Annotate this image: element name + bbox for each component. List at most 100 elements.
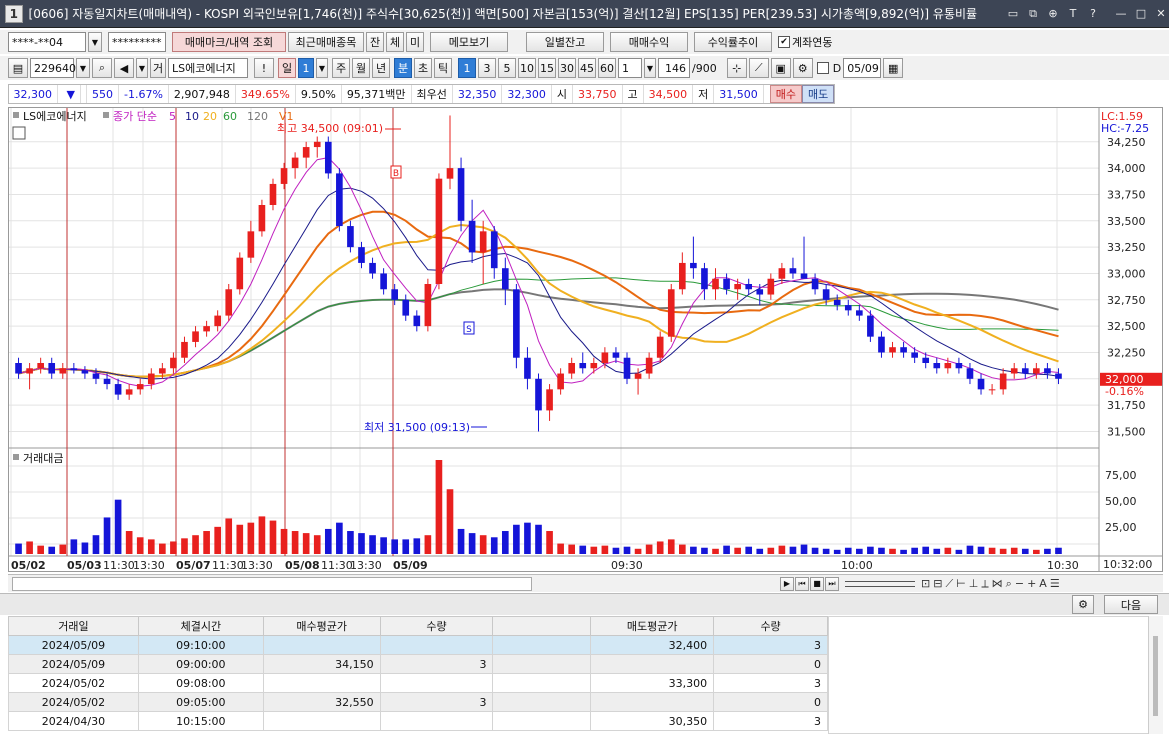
date-field[interactable]: 05/09 <box>843 58 882 78</box>
scroll-first-icon[interactable]: ⏮ <box>795 576 809 591</box>
interval-dropdown-icon[interactable]: ▼ <box>644 58 656 78</box>
chart-scrollbar[interactable] <box>12 576 532 591</box>
candle-body <box>225 289 233 316</box>
search-icon[interactable]: ⌕ <box>92 58 112 78</box>
text-icon[interactable]: T <box>1065 6 1081 22</box>
volume-bar <box>933 548 941 554</box>
code-search-icon[interactable]: ▤ <box>8 58 28 78</box>
table-toolbar: ⚙ 다음 <box>0 593 1169 615</box>
interval-45-button[interactable]: 45 <box>578 58 596 78</box>
password-field[interactable]: ********* <box>108 32 166 52</box>
sell-button[interactable]: 매도 <box>802 85 835 103</box>
account-link-checkbox[interactable]: ✔ 계좌연동 <box>778 34 832 50</box>
text-tool-icon[interactable]: A <box>1039 577 1047 591</box>
zoom-out-icon[interactable]: − <box>1015 577 1024 591</box>
candle-body <box>867 315 874 337</box>
table-row[interactable]: 2024/05/02 09:05:00 32,550 3 0 <box>8 692 828 712</box>
candle-body <box>667 289 675 337</box>
candle-body <box>690 262 697 269</box>
trend-tool-icon[interactable]: ⟋ <box>748 58 769 78</box>
recent-trade-items-button[interactable]: 최근매매종목 <box>288 32 364 52</box>
current-price: 32,300 <box>9 85 59 103</box>
interval-10-button[interactable]: 10 <box>518 58 536 78</box>
interval-1-button[interactable]: 1 <box>458 58 476 78</box>
stock-name-field[interactable]: LS에코에너지 <box>168 58 248 78</box>
executed-button[interactable]: 체 <box>386 32 404 52</box>
price-chart[interactable]: B S 최고 34,500 (09:01) 최저 31,500 (09:13) … <box>9 108 1162 571</box>
legend-ma20: 20 <box>203 110 217 123</box>
stock-code-field[interactable]: 229640 <box>30 58 76 78</box>
interval-5-button[interactable]: 5 <box>498 58 516 78</box>
save-icon[interactable]: ▣ <box>770 58 791 78</box>
trade-profit-button[interactable]: 매매수익 <box>610 32 688 52</box>
period-year-button[interactable]: 년 <box>372 58 390 78</box>
scroll-last-icon[interactable]: ⏭ <box>825 576 839 591</box>
period-day-button[interactable]: 일 <box>278 58 296 78</box>
account-field[interactable]: ****-**04 <box>8 32 86 52</box>
help-icon[interactable]: ? <box>1085 6 1101 22</box>
maximize-icon[interactable]: □ <box>1133 6 1149 22</box>
crosshair-icon[interactable]: ⊹ <box>726 58 747 78</box>
gear-icon[interactable]: ⚙ <box>792 58 813 78</box>
interval-count-field[interactable]: 1 <box>618 58 642 78</box>
scroll-right-icon[interactable]: ▶ <box>780 576 794 591</box>
trade-mark-query-button[interactable]: 매매마크/내역 조회 <box>172 32 286 52</box>
pin-icon[interactable]: ⊕ <box>1045 6 1061 22</box>
date-checkbox[interactable] <box>816 62 829 74</box>
code-dropdown-icon[interactable]: ▼ <box>76 58 90 78</box>
table-row[interactable]: 2024/04/30 10:15:00 30,350 3 <box>8 711 828 731</box>
table-row[interactable]: 2024/05/09 09:00:00 34,150 3 0 <box>8 654 828 674</box>
settings-gear-icon[interactable]: ⚙ <box>1072 595 1094 614</box>
buy-button[interactable]: 매수 <box>769 85 803 103</box>
table-scrollbar[interactable] <box>1148 616 1163 734</box>
interval-60-button[interactable]: 60 <box>598 58 616 78</box>
daily-balance-button[interactable]: 일별잔고 <box>526 32 604 52</box>
sound-icon[interactable]: ◀ <box>114 58 134 78</box>
return-trend-button[interactable]: 수익률추이 <box>694 32 772 52</box>
fib-icon[interactable]: ⊢ <box>956 577 966 591</box>
sound-dropdown-icon[interactable]: ▼ <box>136 58 148 78</box>
zoom-slider[interactable] <box>845 580 915 587</box>
unfilled-button[interactable]: 미 <box>406 32 424 52</box>
volume-bar <box>490 537 498 554</box>
minimize-icon[interactable]: — <box>1113 6 1129 22</box>
screen-icon[interactable]: ▭ <box>1005 6 1021 22</box>
menu-icon[interactable]: ☰ <box>1050 577 1060 591</box>
line3-icon[interactable]: ⋈ <box>992 577 1003 591</box>
draw-icon[interactable]: ⟋ <box>945 577 953 591</box>
candle-body <box>1055 373 1062 379</box>
close-icon[interactable]: ✕ <box>1153 6 1169 22</box>
period-tick-button[interactable]: 틱 <box>434 58 452 78</box>
period-value-button[interactable]: 1 <box>298 58 314 78</box>
interval-3-button[interactable]: 3 <box>478 58 496 78</box>
period-minute-button[interactable]: 분 <box>394 58 412 78</box>
layout2-icon[interactable]: ⊟ <box>933 577 942 591</box>
interval-30-button[interactable]: 30 <box>558 58 576 78</box>
line-icon[interactable]: ⊥ <box>969 577 979 591</box>
line2-icon[interactable]: ⟂ <box>981 577 988 591</box>
zoom-in-icon[interactable]: + <box>1027 577 1036 591</box>
period-month-button[interactable]: 월 <box>352 58 370 78</box>
scroll-stop-icon[interactable]: ■ <box>810 576 824 591</box>
alert-button[interactable]: ! <box>254 58 274 78</box>
cell-sell-qty: 3 <box>713 673 828 693</box>
table-row[interactable]: 2024/05/09 09:10:00 32,400 3 <box>8 635 828 655</box>
interval-15-button[interactable]: 15 <box>538 58 556 78</box>
account-dropdown-icon[interactable]: ▼ <box>88 32 102 52</box>
table-row[interactable]: 2024/05/02 09:08:00 33,300 3 <box>8 673 828 693</box>
period-week-button[interactable]: 주 <box>332 58 350 78</box>
chart-area[interactable]: B S 최고 34,500 (09:01) 최저 31,500 (09:13) … <box>8 107 1163 572</box>
calendar-icon[interactable]: ▦ <box>883 58 904 78</box>
geo-button[interactable]: 거 <box>150 58 166 78</box>
period-second-button[interactable]: 초 <box>414 58 432 78</box>
period-dropdown-icon[interactable]: ▼ <box>316 58 328 78</box>
bar-count-field[interactable]: 146 <box>658 58 690 78</box>
col-trade-date: 거래일 <box>8 616 139 636</box>
balance-button[interactable]: 잔 <box>366 32 384 52</box>
memo-view-button[interactable]: 메모보기 <box>430 32 508 52</box>
candle-body <box>147 373 155 385</box>
next-button[interactable]: 다음 <box>1104 595 1158 614</box>
copy-window-icon[interactable]: ⧉ <box>1025 6 1041 22</box>
magnify-icon[interactable]: ⌕ <box>1006 577 1012 591</box>
layout-icon[interactable]: ⊡ <box>921 577 930 591</box>
